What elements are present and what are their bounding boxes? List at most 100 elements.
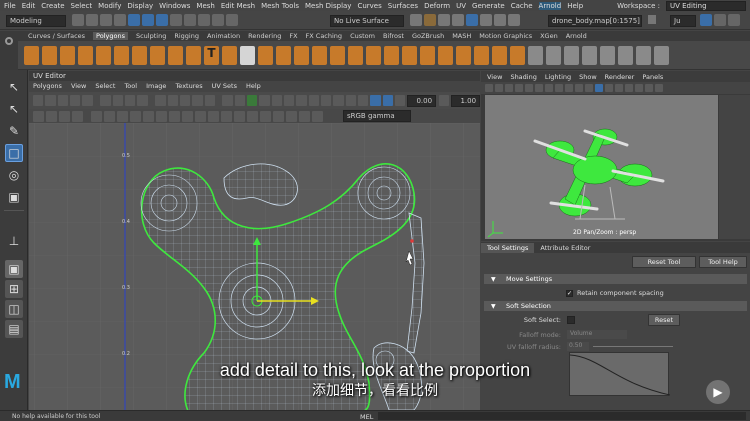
append-polygon-icon[interactable] <box>474 45 489 65</box>
uv-smudge-icon[interactable] <box>46 110 57 122</box>
mode-select[interactable]: Modeling <box>6 15 66 27</box>
select-component-icon[interactable] <box>156 14 168 26</box>
snap-plane-icon[interactable] <box>212 14 224 26</box>
redo-icon[interactable] <box>114 14 126 26</box>
planar-mapping-icon[interactable] <box>528 45 543 65</box>
poly-pipe-icon[interactable] <box>150 45 165 65</box>
menu-help[interactable]: Help <box>567 2 583 10</box>
poly-disc-icon[interactable] <box>132 45 147 65</box>
flip-u-icon[interactable] <box>100 95 111 106</box>
cylindrical-mapping-icon[interactable] <box>564 45 579 65</box>
vp-image-plane-icon[interactable] <box>515 84 523 92</box>
save-icon[interactable] <box>86 14 98 26</box>
vp-menu-view[interactable]: View <box>487 73 502 81</box>
vp-gate-icon[interactable] <box>645 84 653 92</box>
vp-safe-icon[interactable] <box>655 84 663 92</box>
select-hierarchy-icon[interactable] <box>128 14 140 26</box>
exposure-icon[interactable] <box>395 95 406 106</box>
undo-icon[interactable] <box>100 14 112 26</box>
bridge-icon[interactable] <box>384 45 399 65</box>
uv-shell-icon[interactable] <box>82 95 93 106</box>
target-weld-icon[interactable] <box>510 45 525 65</box>
menu-edit[interactable]: Edit <box>22 2 36 10</box>
snap-grid-icon[interactable] <box>170 14 182 26</box>
overlap-icon[interactable] <box>286 110 297 122</box>
filter-icon[interactable] <box>370 95 381 106</box>
align-left-icon[interactable] <box>91 110 102 122</box>
vp-xray-joints-icon[interactable] <box>615 84 623 92</box>
input-field-icon[interactable] <box>508 14 520 26</box>
vp-camera-icon[interactable] <box>485 84 493 92</box>
reset-button[interactable]: Reset <box>648 314 680 326</box>
render-sequence-icon[interactable] <box>480 14 492 26</box>
menu-windows[interactable]: Windows <box>159 2 190 10</box>
shrink-icon[interactable] <box>260 110 271 122</box>
tab-rigging[interactable]: Rigging <box>174 32 199 40</box>
extrude-icon[interactable] <box>402 45 417 65</box>
soft-select-checkbox[interactable] <box>567 316 575 324</box>
vp-lights-icon[interactable] <box>565 84 573 92</box>
poly-cube-icon[interactable] <box>42 45 57 65</box>
vp-grid-icon[interactable] <box>525 84 533 92</box>
command-line-input[interactable] <box>378 412 746 420</box>
menu-modify[interactable]: Modify <box>98 2 121 10</box>
render-view-icon[interactable] <box>466 14 478 26</box>
render-settings-icon[interactable] <box>410 14 422 26</box>
vp-wireframe-icon[interactable] <box>535 84 543 92</box>
poly-svg-icon[interactable] <box>222 45 237 65</box>
image-range-icon[interactable] <box>345 95 357 106</box>
cut-uv-icon[interactable] <box>618 45 633 65</box>
border-icon[interactable] <box>273 110 284 122</box>
tab-rendering[interactable]: Rendering <box>248 32 281 40</box>
poly-cone-icon[interactable] <box>78 45 93 65</box>
vp-backface-icon[interactable] <box>625 84 633 92</box>
tab-mash[interactable]: MASH <box>452 32 471 40</box>
tab-gozbrush[interactable]: GoZBrush <box>412 32 444 40</box>
merge-icon[interactable] <box>438 45 453 65</box>
menu-create[interactable]: Create <box>41 2 64 10</box>
poly-gear-icon[interactable] <box>168 45 183 65</box>
soft-selection-frame[interactable]: ▼ Soft Selection <box>484 301 747 311</box>
texture-border-icon[interactable] <box>247 95 258 106</box>
combine-icon[interactable] <box>240 45 255 65</box>
poly-torus-icon[interactable] <box>96 45 111 65</box>
tab-xgen[interactable]: XGen <box>540 32 558 40</box>
move-settings-frame[interactable]: ▼ Move Settings <box>484 274 747 284</box>
paste-uv-icon[interactable] <box>208 110 219 122</box>
exposure-field[interactable]: 0.00 <box>407 94 437 107</box>
sew-icon[interactable] <box>167 95 178 106</box>
poly-sphere-icon[interactable] <box>24 45 39 65</box>
grid-toggle-icon[interactable] <box>222 95 233 106</box>
vp-isolate-icon[interactable] <box>595 84 603 92</box>
uv-vertex-icon[interactable] <box>45 95 56 106</box>
select-object-icon[interactable] <box>142 14 154 26</box>
poly-cylinder-icon[interactable] <box>60 45 75 65</box>
uv-menu-image[interactable]: Image <box>146 82 166 90</box>
shelf-menu-gear[interactable] <box>0 31 18 70</box>
grow-icon[interactable] <box>247 110 258 122</box>
isolate-icon[interactable] <box>321 95 332 106</box>
uv-menu-view[interactable]: View <box>71 82 86 90</box>
menu-cache[interactable]: Cache <box>511 2 533 10</box>
vp-smooth-icon[interactable] <box>545 84 553 92</box>
uv-edge-icon[interactable] <box>57 95 68 106</box>
menu-arnold[interactable]: Arnold <box>538 1 562 10</box>
multi-cut-icon[interactable] <box>492 45 507 65</box>
uv-editor-icon[interactable] <box>600 45 615 65</box>
align-top-icon[interactable] <box>117 110 128 122</box>
tab-attribute-editor[interactable]: Attribute Editor <box>534 243 596 253</box>
menu-select[interactable]: Select <box>71 2 93 10</box>
falloff-radius-field[interactable]: 0.50 <box>567 342 589 351</box>
cut-icon[interactable] <box>155 95 166 106</box>
tool-help-button[interactable]: Tool Help <box>699 256 747 268</box>
uv-lattice-icon[interactable] <box>33 110 44 122</box>
move-tool-icon[interactable]: □ <box>5 144 23 162</box>
smooth-icon[interactable] <box>276 45 291 65</box>
grid-uv-icon[interactable] <box>156 110 167 122</box>
color-space-select[interactable]: sRGB gamma <box>343 110 411 122</box>
tab-arnold[interactable]: Arnold <box>566 32 587 40</box>
perspective-view[interactable]: 2D Pan/Zoom : persp <box>485 95 718 239</box>
vp-menu-shading[interactable]: Shading <box>510 73 536 81</box>
uv-pin-icon[interactable] <box>59 110 70 122</box>
uv-menu-help[interactable]: Help <box>246 82 261 90</box>
